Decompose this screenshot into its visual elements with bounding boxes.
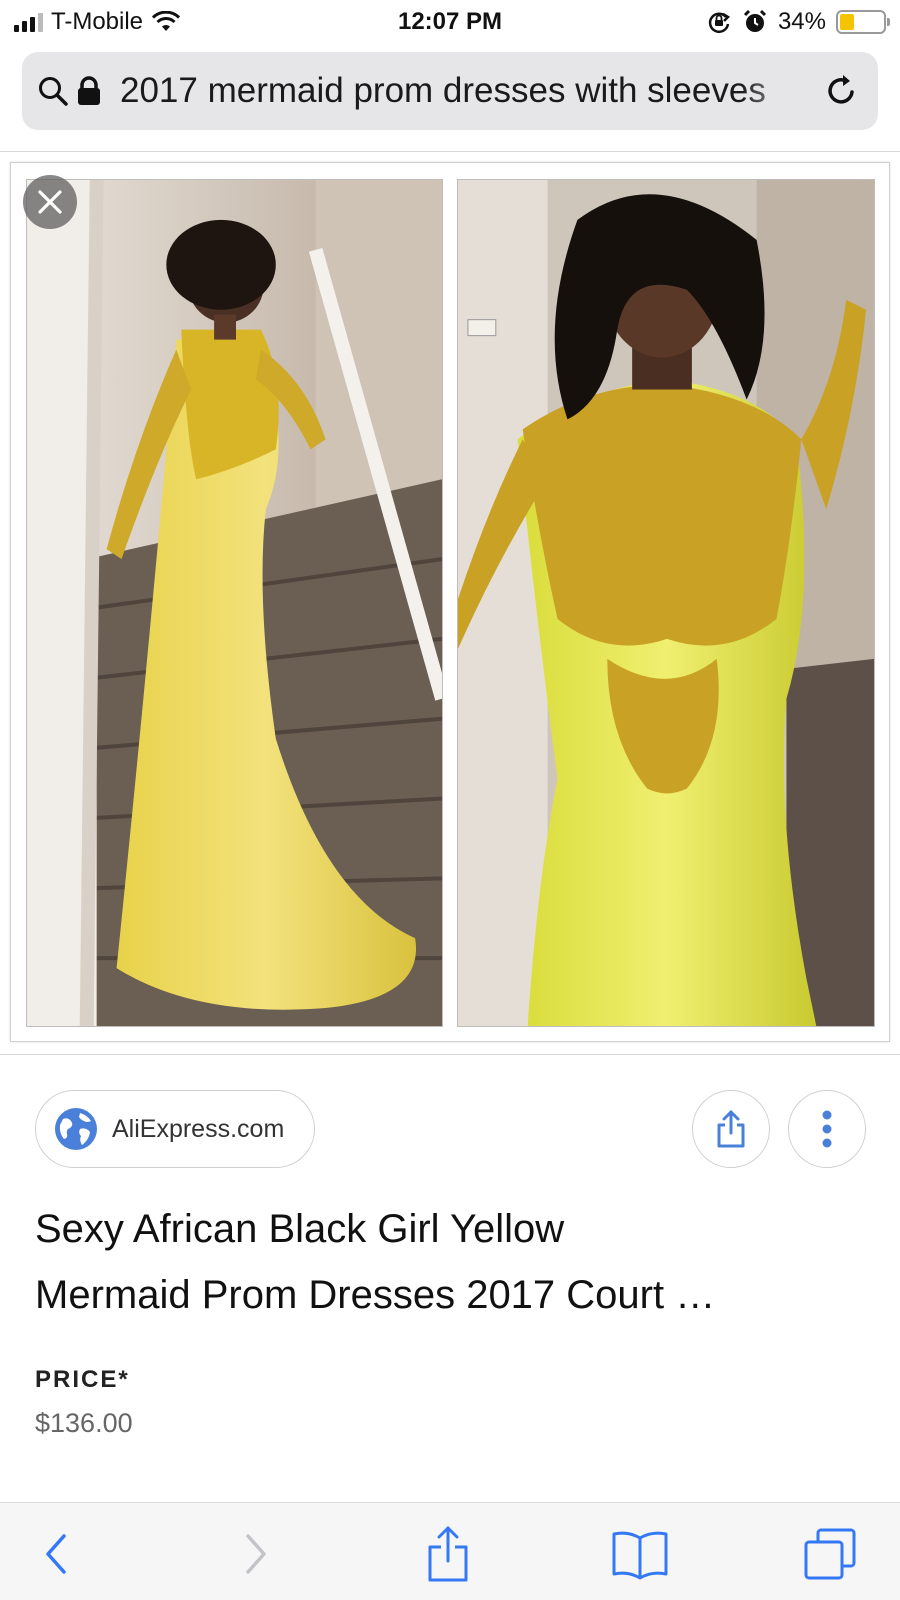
share-icon (717, 1110, 745, 1148)
dress-photo-full-length[interactable] (26, 179, 443, 1027)
source-link[interactable]: AliExpress.com (35, 1090, 315, 1168)
close-icon (38, 190, 62, 214)
tabs-button[interactable] (800, 1523, 860, 1585)
divider (0, 1054, 900, 1055)
image-preview[interactable] (10, 162, 890, 1042)
globe-icon (55, 1108, 97, 1150)
address-bar[interactable]: 2017 mermaid prom dresses with sleeves (22, 52, 878, 130)
result-title-line-2: Mermaid Prom Dresses 2017 Court … (35, 1273, 716, 1317)
result-title[interactable]: Sexy African Black Girl Yellow Mermaid P… (35, 1196, 855, 1328)
result-title-line-1: Sexy African Black Girl Yellow (35, 1207, 565, 1251)
battery-icon (836, 10, 890, 34)
more-vertical-icon (822, 1110, 832, 1148)
back-icon (46, 1534, 66, 1574)
browser-toolbar (0, 1502, 900, 1600)
battery-percent: 34% (777, 8, 826, 35)
reload-icon[interactable] (822, 72, 860, 110)
status-indicators: 34% (706, 8, 890, 36)
bookmarks-icon (612, 1531, 668, 1580)
search-query-text[interactable]: 2017 mermaid prom dresses with sleeves (120, 71, 810, 111)
source-name: AliExpress.com (112, 1114, 285, 1143)
price-label: PRICE* (35, 1366, 130, 1393)
lock-icon (78, 76, 100, 105)
back-button[interactable] (26, 1523, 86, 1585)
orientation-lock-icon (708, 12, 730, 33)
close-button[interactable] (23, 175, 77, 229)
divider (0, 151, 900, 152)
search-icon (39, 77, 68, 106)
tabs-icon (804, 1528, 856, 1580)
forward-button[interactable] (226, 1523, 286, 1585)
bookmarks-button[interactable] (610, 1523, 670, 1585)
share-icon (428, 1526, 468, 1582)
more-options-button[interactable] (788, 1090, 866, 1168)
forward-icon (246, 1534, 266, 1574)
price-value: $136.00 (35, 1408, 133, 1438)
status-bar: T-Mobile 12:07 PM 34% (0, 0, 900, 46)
dress-photo-closeup[interactable] (457, 179, 875, 1027)
share-button[interactable] (418, 1523, 478, 1585)
alarm-icon (743, 9, 767, 32)
share-result-button[interactable] (692, 1090, 770, 1168)
